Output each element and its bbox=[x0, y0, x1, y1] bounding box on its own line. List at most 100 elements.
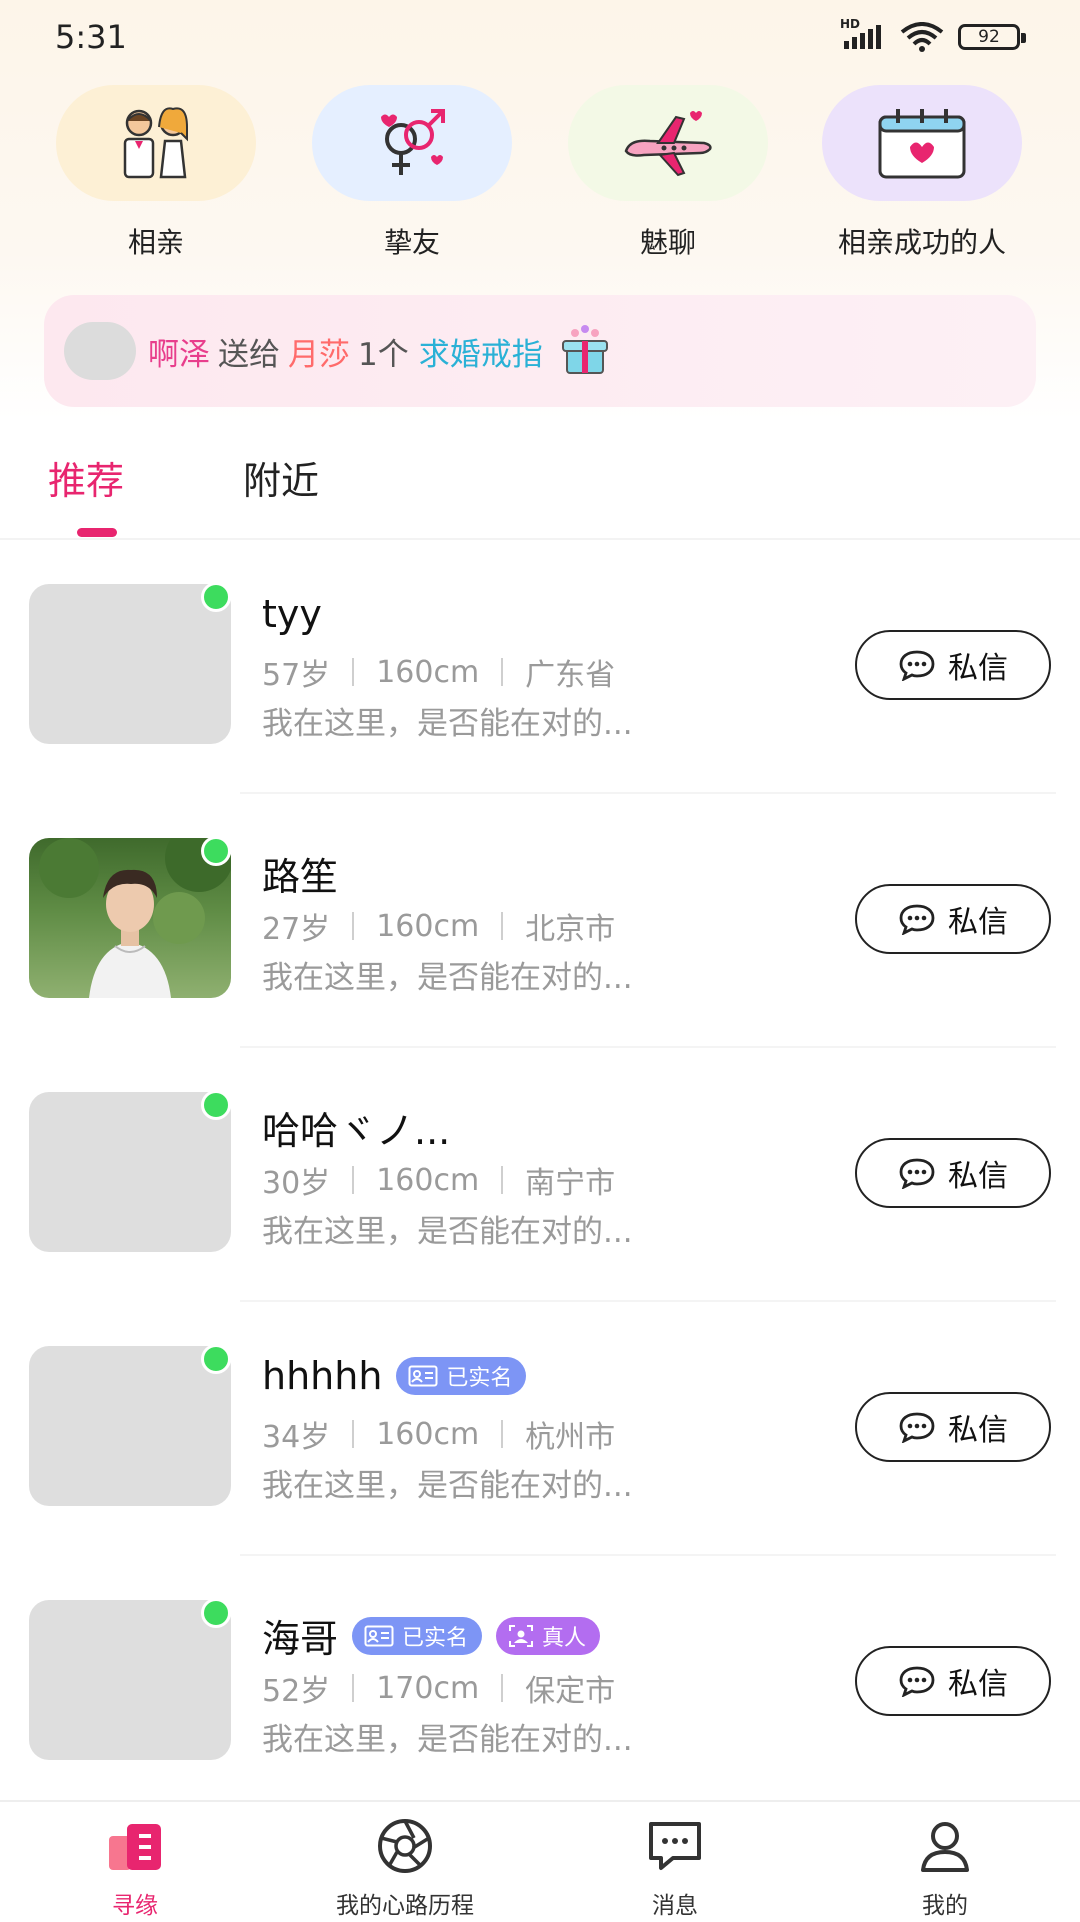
gift-broadcast-banner[interactable]: 啊泽 送给 月莎 1个 求婚戒指 bbox=[44, 295, 1036, 407]
chat-bubble-icon bbox=[899, 904, 935, 935]
nav-item-messages[interactable]: 消息 bbox=[540, 1814, 810, 1920]
user-info: 52岁 170cm 保定市 bbox=[262, 1666, 615, 1710]
gift-receiver: 月莎 bbox=[288, 336, 350, 373]
tab-recommended[interactable]: 推荐 bbox=[48, 450, 124, 505]
avatar[interactable] bbox=[29, 1346, 231, 1506]
user-height: 160cm bbox=[376, 654, 480, 690]
user-bio: 我在这里，是否能在对的... bbox=[262, 706, 633, 742]
category-matchmaking[interactable]: 相亲 bbox=[46, 85, 266, 261]
user-age: 57岁 bbox=[262, 658, 331, 693]
online-indicator bbox=[201, 1344, 231, 1374]
divider bbox=[501, 1166, 504, 1194]
category-success-bg bbox=[822, 85, 1022, 201]
category-label: 魅聊 bbox=[639, 226, 696, 259]
avatar bbox=[64, 322, 136, 380]
nav-label: 我的 bbox=[922, 1893, 968, 1919]
divider bbox=[501, 912, 504, 940]
verified-badge: 已实名 bbox=[352, 1616, 483, 1655]
user-bio: 我在这里，是否能在对的... bbox=[262, 1468, 633, 1504]
chat-bubble-icon bbox=[899, 1158, 935, 1189]
user-height: 160cm bbox=[376, 1162, 480, 1198]
chat-bubble-icon bbox=[899, 650, 935, 681]
verified-badge-label: 已实名 bbox=[446, 1366, 513, 1391]
divider bbox=[352, 658, 355, 686]
avatar[interactable] bbox=[29, 838, 231, 998]
message-button[interactable]: 私信 bbox=[855, 1646, 1051, 1716]
gift-message: 啊泽 送给 月莎 1个 求婚戒指 bbox=[148, 323, 613, 379]
battery-icon: 92 bbox=[958, 24, 1026, 50]
user-age: 34岁 bbox=[262, 1420, 331, 1455]
category-friends[interactable]: 挚友 bbox=[302, 85, 522, 261]
category-friends-bg bbox=[312, 85, 512, 201]
avatar[interactable] bbox=[29, 584, 231, 744]
list-item[interactable]: hhhhh 已实名 34岁 160cm 杭州市 我在这里，是否能在对的... 私… bbox=[0, 1302, 1080, 1556]
list-item[interactable]: tyy 57岁 160cm 广东省 我在这里，是否能在对的... 私信 bbox=[0, 540, 1080, 794]
gender-symbols-icon bbox=[381, 109, 445, 175]
nav-item-profile[interactable]: 我的 bbox=[810, 1814, 1080, 1920]
user-name: 海哥 bbox=[262, 1617, 339, 1661]
nav-item-discover[interactable]: 寻缘 bbox=[0, 1814, 270, 1920]
user-height: 170cm bbox=[376, 1670, 480, 1706]
nav-item-journey[interactable]: 我的心路历程 bbox=[270, 1814, 540, 1920]
category-chat[interactable]: 魅聊 bbox=[558, 85, 778, 261]
tab-nearby[interactable]: 附近 bbox=[243, 450, 319, 505]
user-bio: 我在这里，是否能在对的... bbox=[262, 960, 633, 996]
message-button[interactable]: 私信 bbox=[855, 884, 1051, 954]
user-info: 34岁 160cm 杭州市 bbox=[262, 1412, 615, 1456]
couple-icon bbox=[123, 107, 188, 179]
real-person-badge: 真人 bbox=[496, 1616, 601, 1655]
id-card-icon bbox=[364, 1625, 394, 1646]
divider bbox=[352, 1420, 355, 1448]
list-item[interactable]: 路笙 27岁 160cm 北京市 我在这里，是否能在对的... 私信 bbox=[0, 794, 1080, 1048]
gift-sender: 啊泽 bbox=[148, 336, 210, 373]
message-button-label: 私信 bbox=[948, 651, 1008, 686]
category-label: 挚友 bbox=[383, 226, 440, 259]
divider bbox=[352, 1166, 355, 1194]
user-location: 保定市 bbox=[525, 1674, 616, 1709]
real-person-badge-label: 真人 bbox=[542, 1625, 587, 1651]
divider bbox=[352, 912, 355, 940]
message-button-label: 私信 bbox=[948, 1413, 1008, 1448]
divider bbox=[501, 1420, 504, 1448]
status-icons: HD 92 bbox=[840, 17, 1026, 52]
user-list: tyy 57岁 160cm 广东省 我在这里，是否能在对的... 私信 路笙 2… bbox=[0, 540, 1080, 1810]
avatar[interactable] bbox=[29, 1600, 231, 1760]
message-button[interactable]: 私信 bbox=[855, 1392, 1051, 1462]
message-button[interactable]: 私信 bbox=[855, 630, 1051, 700]
user-age: 27岁 bbox=[262, 912, 331, 947]
name-line: 海哥 已实名 真人 bbox=[262, 1608, 601, 1663]
verified-badge: 已实名 bbox=[396, 1357, 527, 1395]
gift-action: 送给 bbox=[218, 336, 280, 373]
list-item[interactable]: 海哥 已实名 真人 52岁 170cm 保定市 我在这里，是否能在对的... 私… bbox=[0, 1556, 1080, 1810]
user-bio: 我在这里，是否能在对的... bbox=[262, 1722, 633, 1758]
tab-bar: 推荐 附近 bbox=[0, 440, 1080, 540]
chat-bubble-icon bbox=[899, 1666, 935, 1697]
avatar[interactable] bbox=[29, 1092, 231, 1252]
divider bbox=[501, 1674, 504, 1702]
network-label: HD bbox=[840, 17, 861, 31]
calendar-heart-icon bbox=[878, 109, 966, 179]
category-matchmaking-bg bbox=[56, 85, 256, 201]
nav-label: 我的心路历程 bbox=[336, 1893, 474, 1919]
name-line: tyy bbox=[262, 592, 322, 636]
user-location: 北京市 bbox=[525, 912, 616, 947]
list-item[interactable]: 哈哈ヾノ... 30岁 160cm 南宁市 我在这里，是否能在对的... 私信 bbox=[0, 1048, 1080, 1302]
wifi-icon bbox=[900, 22, 944, 52]
user-name: 哈哈ヾノ... bbox=[262, 1109, 451, 1153]
user-location: 广东省 bbox=[525, 658, 616, 693]
name-line: hhhhh 已实名 bbox=[262, 1354, 527, 1398]
category-success-stories[interactable]: 相亲成功的人 bbox=[812, 85, 1032, 261]
online-indicator bbox=[201, 836, 231, 866]
chat-bubble-icon bbox=[899, 1412, 935, 1443]
online-indicator bbox=[201, 1598, 231, 1628]
status-bar: 5:31 HD 92 bbox=[0, 0, 1080, 80]
id-card-icon bbox=[408, 1365, 438, 1387]
chat-icon bbox=[540, 1814, 810, 1878]
user-age: 30岁 bbox=[262, 1166, 331, 1201]
message-button-label: 私信 bbox=[948, 1159, 1008, 1194]
message-button[interactable]: 私信 bbox=[855, 1138, 1051, 1208]
verified-badge-label: 已实名 bbox=[402, 1625, 469, 1651]
airplane-icon bbox=[624, 111, 712, 177]
user-name: 路笙 bbox=[262, 855, 339, 899]
user-height: 160cm bbox=[376, 908, 480, 944]
